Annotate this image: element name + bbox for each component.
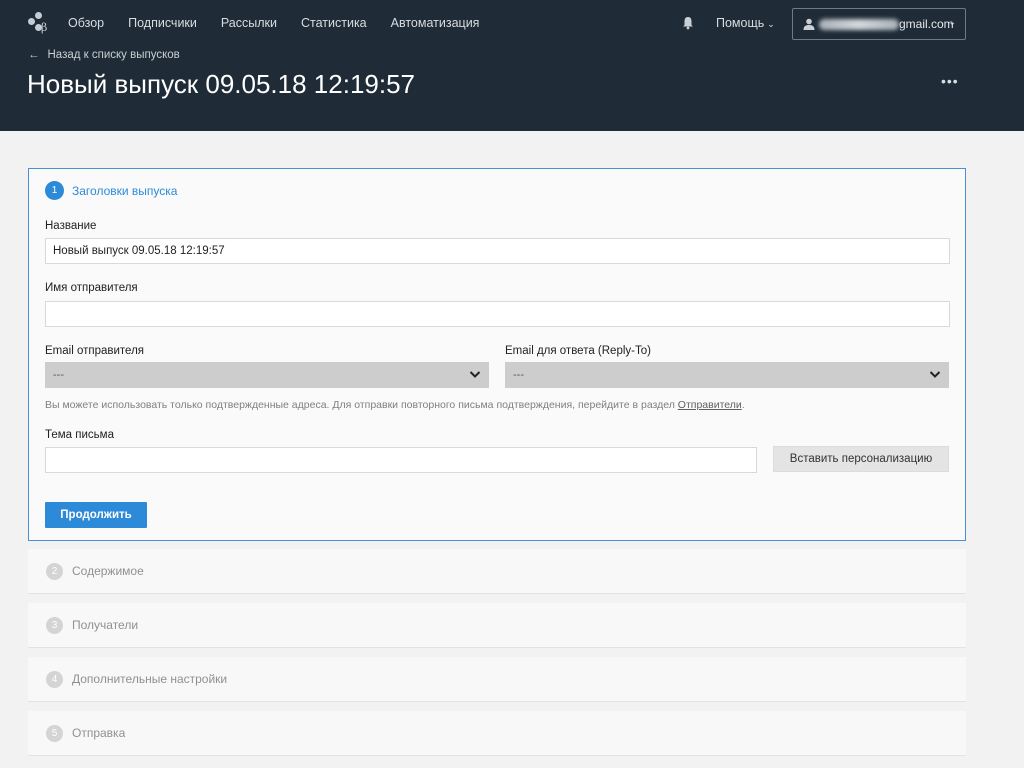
name-label: Название bbox=[45, 220, 97, 232]
sender-email-label: Email отправителя bbox=[45, 345, 145, 357]
nav-statistics[interactable]: Статистика bbox=[301, 16, 367, 30]
help-label: Помощь bbox=[716, 16, 765, 30]
step-content[interactable]: 2 Содержимое bbox=[28, 549, 966, 594]
nav-overview[interactable]: Обзор bbox=[68, 16, 104, 30]
step-title: Заголовки выпуска bbox=[72, 183, 178, 198]
account-menu[interactable]: gmail.com ⌄ bbox=[792, 8, 966, 40]
insert-personalization-button[interactable]: Вставить персонализацию bbox=[773, 446, 949, 472]
nav-campaigns[interactable]: Рассылки bbox=[221, 16, 277, 30]
hint-end: . bbox=[741, 399, 745, 411]
subject-input[interactable] bbox=[45, 447, 757, 473]
arrow-left-icon: ← bbox=[28, 49, 40, 61]
name-input[interactable]: Новый выпуск 09.05.18 12:19:57 bbox=[45, 238, 950, 264]
step-number: 3 bbox=[46, 616, 63, 634]
sender-name-input[interactable] bbox=[45, 301, 950, 327]
page-title: Новый выпуск 09.05.18 12:19:57 bbox=[27, 69, 416, 99]
reply-to-value: --- bbox=[513, 369, 524, 381]
sender-hint: Вы можете использовать только подтвержде… bbox=[45, 399, 745, 411]
step-recipients[interactable]: 3 Получатели bbox=[28, 603, 966, 648]
bell-icon[interactable] bbox=[682, 16, 694, 30]
senders-link[interactable]: Отправители bbox=[678, 399, 742, 411]
chevron-down-icon: ⌄ bbox=[767, 19, 775, 29]
back-label: Назад к списку выпусков bbox=[47, 49, 180, 61]
step-label: Получатели bbox=[72, 618, 139, 632]
email-redacted bbox=[819, 18, 899, 30]
step-number: 1 bbox=[45, 181, 64, 200]
logo-icon[interactable]: β bbox=[27, 12, 51, 34]
back-link[interactable]: ← Назад к списку выпусков bbox=[28, 49, 180, 61]
main-nav: Обзор Подписчики Рассылки Статистика Авт… bbox=[68, 16, 503, 30]
chevron-down-icon bbox=[929, 371, 941, 378]
more-options-icon[interactable]: ••• bbox=[941, 73, 959, 89]
step-label: Содержимое bbox=[72, 564, 144, 578]
chevron-down-icon: ⌄ bbox=[948, 17, 956, 27]
chevron-down-icon bbox=[469, 371, 481, 378]
step-label: Дополнительные настройки bbox=[72, 672, 228, 686]
continue-button[interactable]: Продолжить bbox=[45, 502, 147, 528]
nav-subscribers[interactable]: Подписчики bbox=[128, 16, 197, 30]
step-number: 4 bbox=[46, 670, 63, 688]
help-menu[interactable]: Помощь ⌄ bbox=[716, 16, 775, 30]
step-header: 1 Заголовки выпуска bbox=[45, 181, 177, 200]
step-number: 2 bbox=[46, 562, 63, 580]
account-email: gmail.com bbox=[899, 17, 954, 31]
logo-beta: β bbox=[41, 21, 48, 34]
step-advanced-settings[interactable]: 4 Дополнительные настройки bbox=[28, 657, 966, 702]
reply-to-label: Email для ответа (Reply-To) bbox=[505, 345, 651, 357]
subject-label: Тема письма bbox=[45, 429, 114, 441]
sender-name-label: Имя отправителя bbox=[45, 282, 138, 294]
nav-automation[interactable]: Автоматизация bbox=[391, 16, 480, 30]
step-sending[interactable]: 5 Отправка bbox=[28, 711, 966, 756]
hint-text: Вы можете использовать только подтвержде… bbox=[45, 399, 678, 411]
sender-email-select[interactable]: --- bbox=[45, 362, 489, 388]
step-panel-headers: 1 Заголовки выпуска Название Новый выпус… bbox=[28, 168, 966, 541]
top-header: β Обзор Подписчики Рассылки Статистика А… bbox=[0, 0, 1024, 131]
sender-email-value: --- bbox=[53, 369, 64, 381]
step-label: Отправка bbox=[72, 726, 126, 740]
step-number: 5 bbox=[46, 724, 63, 742]
user-icon bbox=[803, 18, 815, 30]
reply-to-select[interactable]: --- bbox=[505, 362, 949, 388]
